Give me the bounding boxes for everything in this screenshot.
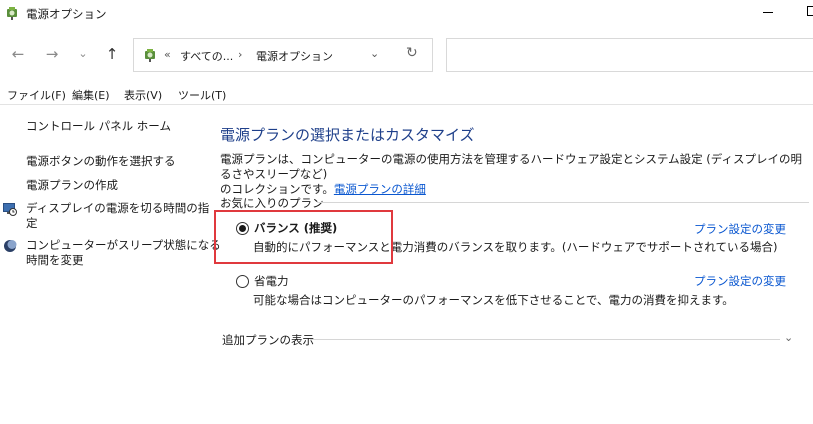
additional-plans-divider [310,339,780,340]
search-input[interactable] [446,38,813,72]
menu-edit[interactable]: 編集(E) [72,87,110,103]
minimize-button[interactable] [763,12,773,13]
menu-bar: ファイル(F) 編集(E) 表示(V) ツール(T) [0,84,813,104]
up-button[interactable]: ↑ [103,46,121,62]
address-bar[interactable]: « すべての... › 電源オプション ⌄ ↻ [133,38,433,72]
sidebar-item-label: 電源ボタンの動作を選択する [26,154,176,168]
balanced-plan-description: 自動的にパフォーマンスと電力消費のバランスを取ります。(ハードウェアでサポートさ… [253,240,778,254]
sidebar-item-label-cont: 定 [26,216,38,230]
page-description: 電源プランは、コンピューターの電源の使用方法を管理するハードウェア設定とシステム… [220,152,810,197]
sidebar-item-label: コントロール パネル ホーム [26,119,171,133]
breadcrumb-overflow[interactable]: « [164,48,171,61]
sidebar-item-label: コンピューターがスリープ状態になる [26,238,221,252]
description-line-1: 電源プランは、コンピューターの電源の使用方法を管理するハードウェア設定とシステム… [220,152,802,181]
power-saver-plan-description: 可能な場合はコンピューターのパフォーマンスを低下させることで、電力の消費を抑えま… [253,293,734,307]
sidebar-item-display-off[interactable]: ディスプレイの電源を切る時間の指 定 [3,201,210,231]
address-dropdown-icon[interactable]: ⌄ [370,47,379,60]
favorites-header: お気に入りのプラン [220,196,324,210]
window-title: 電源オプション [26,7,107,21]
forward-button[interactable]: → [43,46,61,62]
maximize-button[interactable] [807,6,813,16]
power-saver-plan-radio[interactable] [236,275,249,288]
breadcrumb-all-items[interactable]: すべての... [180,48,233,64]
recent-locations-button[interactable]: ⌄ [74,46,92,62]
sidebar-item-control-panel-home[interactable]: コントロール パネル ホーム [26,119,171,134]
menu-view[interactable]: 表示(V) [124,87,162,103]
menu-divider [0,104,813,105]
sidebar-item-label: 電源プランの作成 [26,178,118,192]
show-additional-plans[interactable]: 追加プランの表示 [222,332,314,348]
power-options-icon [7,7,17,20]
menu-file[interactable]: ファイル(F) [7,87,66,103]
power-saver-plan-name[interactable]: 省電力 [254,273,289,289]
sidebar-item-power-buttons[interactable]: 電源ボタンの動作を選択する [26,154,176,169]
display-clock-icon [3,203,17,216]
balanced-plan-name[interactable]: バランス (推奨) [254,220,337,236]
back-button[interactable]: ← [9,46,27,62]
chevron-down-icon[interactable]: ⌄ [784,331,793,344]
sidebar-item-label: ディスプレイの電源を切る時間の指 [26,201,210,215]
sidebar-item-sleep[interactable]: コンピューターがスリープ状態になる 時間を変更 [4,238,221,268]
breadcrumb-power-options[interactable]: 電源オプション [256,48,333,64]
selection-highlight-box [214,210,393,264]
breadcrumb-chevron-icon[interactable]: › [238,48,242,61]
moon-icon [4,240,17,252]
power-saver-plan-settings-link[interactable]: プラン設定の変更 [694,273,786,289]
title-bar: 電源オプション [0,0,813,26]
balanced-plan-settings-link[interactable]: プラン設定の変更 [694,221,786,237]
power-plan-details-link[interactable]: 電源プランの詳細 [334,182,426,196]
balanced-plan-radio[interactable] [236,222,249,235]
control-panel-icon [145,49,155,62]
page-title: 電源プランの選択またはカスタマイズ [220,126,475,144]
sidebar-item-label-cont: 時間を変更 [26,253,84,267]
menu-tools[interactable]: ツール(T) [178,87,226,103]
refresh-icon[interactable]: ↻ [406,45,418,61]
favorites-divider [317,202,809,203]
sidebar-item-create-plan[interactable]: 電源プランの作成 [26,178,118,193]
description-line-2: のコレクションです。 [220,182,334,196]
